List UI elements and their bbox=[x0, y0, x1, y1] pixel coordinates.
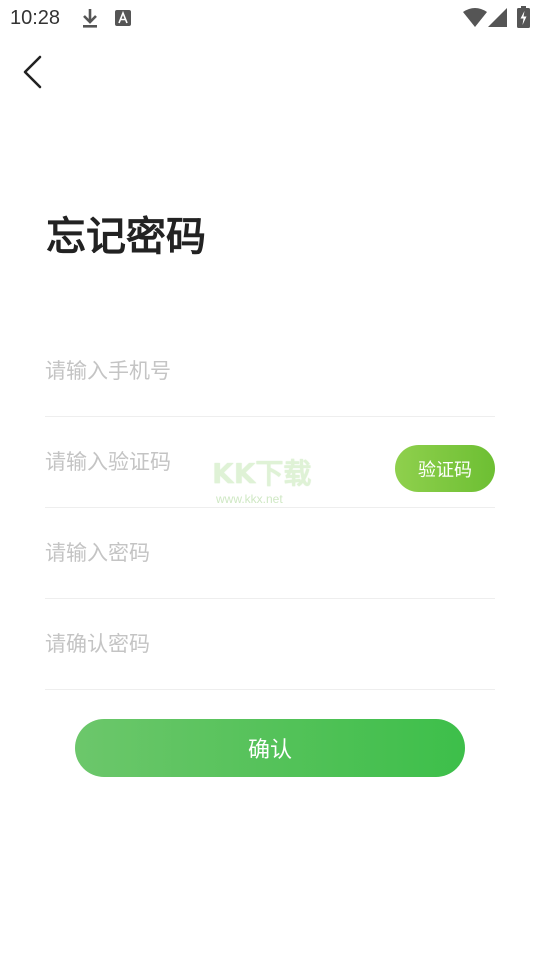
back-button[interactable] bbox=[12, 52, 52, 92]
watermark: KK下载 www.kkx.net bbox=[212, 452, 332, 512]
confirm-button[interactable]: 确认 bbox=[75, 719, 465, 777]
download-icon bbox=[83, 9, 97, 28]
password-input[interactable] bbox=[45, 508, 375, 598]
phone-input[interactable] bbox=[45, 326, 375, 416]
confirm-password-input[interactable] bbox=[45, 599, 375, 689]
phone-field bbox=[45, 326, 495, 417]
watermark-logo: KK下载 bbox=[212, 457, 312, 490]
get-code-button[interactable]: 验证码 bbox=[395, 445, 495, 492]
confirm-password-field bbox=[45, 599, 495, 690]
status-bar: 10:28 bbox=[0, 0, 540, 36]
battery-charging-icon bbox=[517, 6, 530, 28]
wifi-icon bbox=[463, 8, 487, 27]
text-a-icon bbox=[115, 10, 131, 26]
cell-signal-icon bbox=[488, 8, 507, 27]
password-field bbox=[45, 508, 495, 599]
chevron-left-icon bbox=[23, 55, 42, 89]
watermark-url: www.kkx.net bbox=[216, 492, 283, 506]
status-time: 10:28 bbox=[10, 7, 61, 29]
page-title: 忘记密码 bbox=[46, 214, 206, 260]
